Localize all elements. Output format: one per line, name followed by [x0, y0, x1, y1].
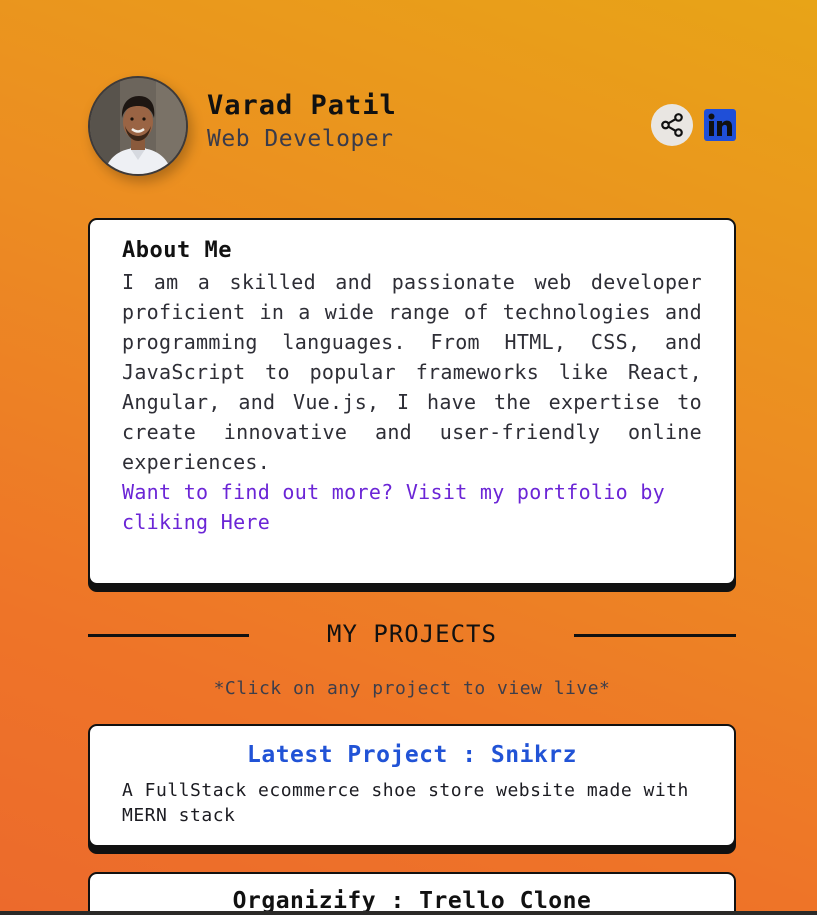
bottom-edge [0, 911, 817, 915]
project-description: A FullStack ecommerce shoe store website… [122, 780, 689, 826]
linkedin-button[interactable] [704, 109, 736, 141]
project-title: Latest Project : Snikrz [247, 742, 577, 768]
project-card-snikrz[interactable]: Latest Project : Snikrz A FullStack ecom… [88, 724, 736, 847]
profile-name: Varad Patil [207, 90, 397, 121]
projects-heading: MY PROJECTS [88, 618, 736, 652]
share-icon [661, 113, 683, 137]
profile-role: Web Developer [207, 126, 394, 152]
linkedin-icon [704, 109, 736, 141]
about-title: About Me [122, 238, 232, 263]
avatar [88, 76, 188, 176]
project-card-organizify[interactable]: Organizify : Trello Clone [88, 872, 736, 915]
heading-divider-right [574, 634, 736, 637]
share-button[interactable] [651, 104, 693, 146]
portfolio-link[interactable]: Want to find out more? Visit my portfoli… [122, 477, 702, 537]
profile-header: Varad Patil Web Developer [88, 76, 736, 176]
about-card: About Me I am a skilled and passionate w… [88, 218, 736, 585]
about-text: I am a skilled and passionate web develo… [122, 270, 702, 474]
projects-hint: *Click on any project to view live* [213, 678, 611, 699]
